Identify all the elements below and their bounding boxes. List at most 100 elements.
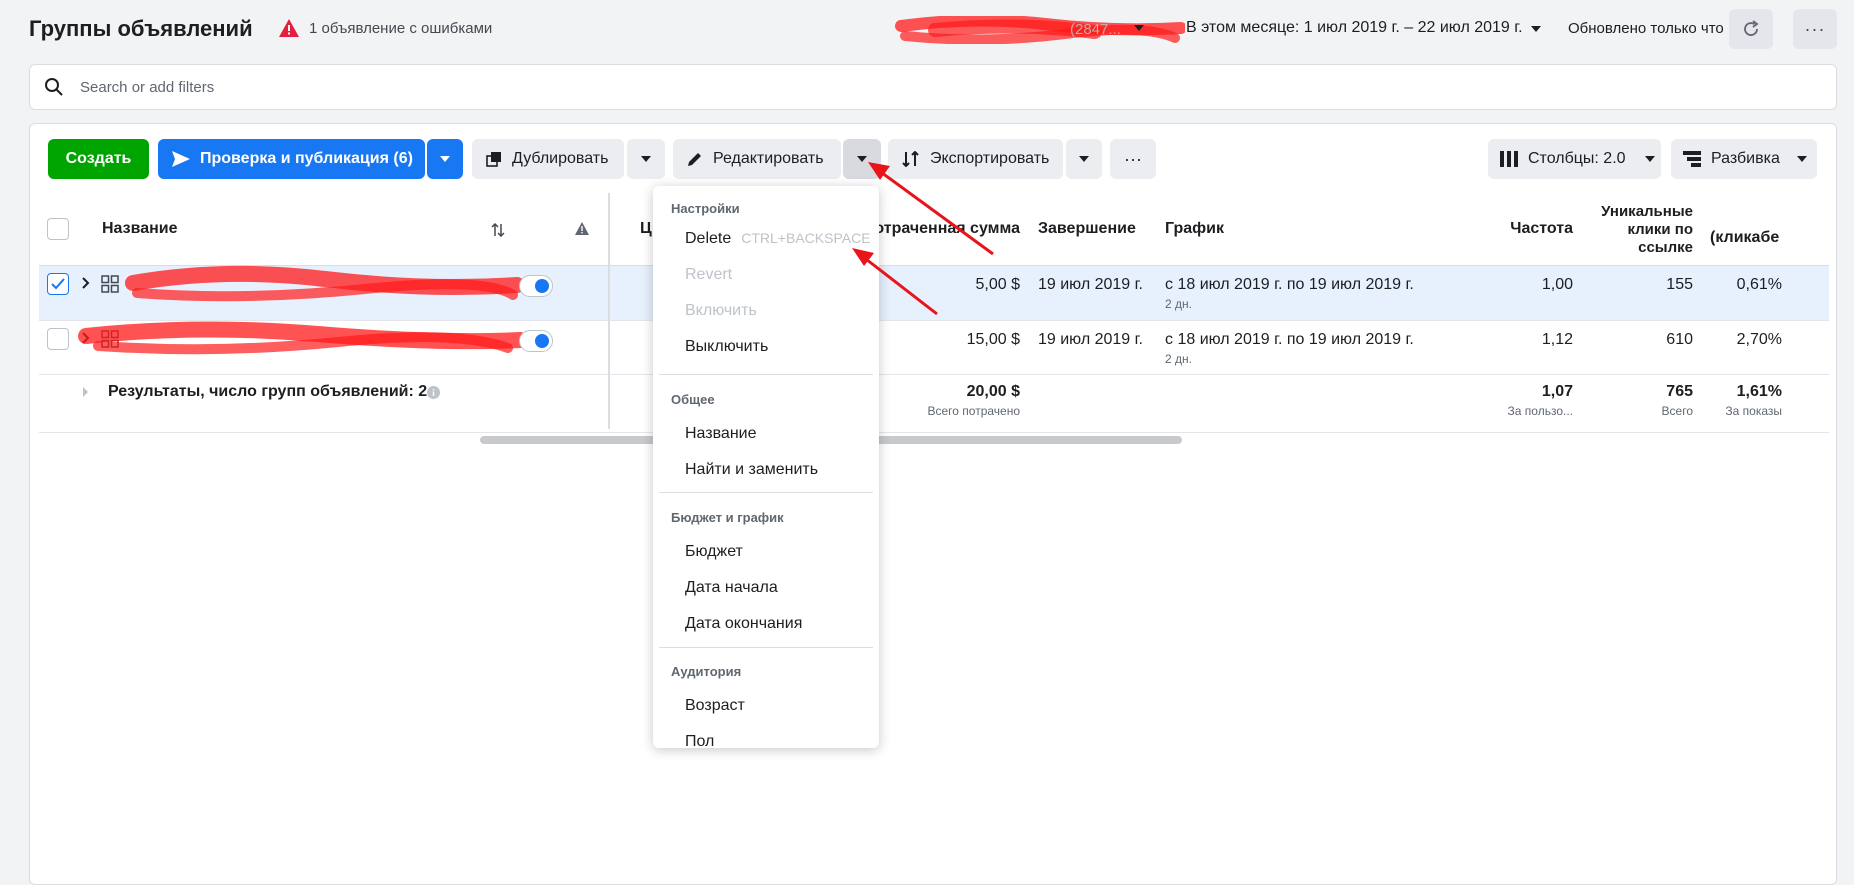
column-header-line: клики по (1627, 221, 1693, 238)
duplicate-label: Дублировать (512, 150, 609, 167)
menu-section-budget: Бюджет и график (671, 510, 784, 525)
cell-schedule-duration: 2 дн. (1165, 352, 1192, 366)
last-updated: Обновлено только что (1568, 20, 1724, 37)
toggle-knob (535, 279, 549, 293)
select-all-checkbox[interactable] (47, 218, 69, 240)
cell-ctr: 0,61% (1736, 276, 1782, 293)
summary-unique-clicks-sub: Всего (1661, 404, 1693, 418)
create-button[interactable]: Создать (48, 139, 149, 179)
edit-dropdown-menu: Настройки Delete CTRL+BACKSPACE Revert Вк… (653, 186, 879, 748)
column-header-partial[interactable]: Ц (640, 220, 652, 238)
summary-frequency: 1,07 (1541, 383, 1573, 400)
menu-item-delete[interactable]: Delete CTRL+BACKSPACE (685, 230, 871, 248)
caret-down-icon[interactable] (1530, 25, 1542, 33)
account-selector[interactable]: (2847... (895, 16, 1185, 44)
menu-item-name[interactable]: Название (685, 425, 757, 443)
warning-column-icon (575, 222, 589, 235)
page-title: Группы объявлений (29, 16, 253, 41)
duplicate-dropdown[interactable] (627, 139, 665, 179)
menu-item-revert: Revert (685, 266, 733, 283)
export-label: Экспортировать (930, 150, 1050, 167)
status-toggle[interactable] (519, 275, 553, 297)
account-id-suffix: (2847... (1070, 21, 1121, 38)
pencil-icon (688, 153, 701, 166)
cell-ctr: 2,70% (1736, 331, 1782, 348)
more-actions-button[interactable]: ··· (1110, 139, 1156, 179)
caret-down-icon (1644, 156, 1655, 162)
column-header-ctr[interactable]: (кликабе (1710, 229, 1782, 247)
menu-item-enable: Включить (685, 302, 757, 319)
chevron-right-icon[interactable] (82, 277, 90, 289)
review-publish-dropdown[interactable] (427, 139, 463, 179)
menu-section-settings: Настройки (671, 201, 740, 216)
breakdown-button[interactable]: Разбивка (1671, 139, 1817, 179)
menu-item-end-date[interactable]: Дата окончания (685, 615, 802, 633)
menu-separator (659, 492, 873, 493)
columns-icon (1500, 151, 1518, 167)
menu-item-find-replace[interactable]: Найти и заменить (685, 461, 818, 479)
column-header-schedule[interactable]: График (1165, 220, 1224, 238)
search-input[interactable] (80, 72, 1780, 102)
cell-end: 19 июл 2019 г. (1038, 276, 1143, 293)
caret-right-icon[interactable] (82, 387, 89, 397)
menu-separator (659, 647, 873, 648)
info-icon[interactable] (427, 386, 440, 399)
row-checkbox[interactable] (47, 328, 69, 350)
cell-unique-clicks: 610 (1666, 331, 1693, 348)
menu-separator (659, 374, 873, 375)
menu-item-budget[interactable]: Бюджет (685, 543, 743, 561)
cell-spent: 5,00 $ (975, 276, 1020, 293)
frozen-column-divider (608, 193, 610, 429)
review-publish-button[interactable]: Проверка и публикация (6) (158, 139, 425, 179)
menu-item-disable[interactable]: Выключить (685, 338, 768, 356)
cell-schedule: с 18 июл 2019 г. по 19 июл 2019 г. (1165, 331, 1414, 348)
column-header-frequency[interactable]: Частота (1440, 220, 1573, 238)
columns-label: Столбцы: 2.0 (1528, 150, 1626, 167)
column-header-end[interactable]: Завершение (1038, 220, 1136, 238)
send-icon (172, 151, 190, 167)
column-header-name[interactable]: Название (102, 220, 178, 238)
edit-button[interactable]: Редактировать (673, 139, 841, 179)
menu-section-audience: Аудитория (671, 664, 742, 679)
export-dropdown[interactable] (1066, 139, 1102, 179)
check-icon (51, 278, 65, 290)
breakdown-label: Разбивка (1711, 150, 1780, 167)
export-button[interactable]: Экспортировать (888, 139, 1063, 179)
caret-down-icon (1796, 156, 1807, 162)
summary-spent: 20,00 $ (966, 383, 1020, 400)
duplicate-button[interactable]: Дублировать (472, 139, 624, 179)
more-icon: ··· (1124, 148, 1142, 169)
caret-down-icon (1079, 156, 1089, 162)
cell-spent: 15,00 $ (966, 331, 1020, 348)
refresh-icon (1744, 20, 1759, 36)
columns-button[interactable]: Столбцы: 2.0 (1488, 139, 1661, 179)
row-divider (39, 432, 1829, 433)
redaction-scribble (125, 265, 525, 302)
column-header-unique-clicks[interactable]: Уникальные клики по ссылке (1583, 203, 1693, 257)
more-icon: ··· (1804, 18, 1826, 39)
summary-frequency-sub: За пользо... (1507, 404, 1573, 418)
sort-icon[interactable] (491, 223, 505, 237)
error-notice[interactable]: 1 объявление с ошибками (279, 19, 492, 37)
menu-item-label: Delete (685, 230, 732, 247)
caret-down-icon (857, 156, 867, 162)
menu-item-start-date[interactable]: Дата начала (685, 579, 778, 597)
status-toggle[interactable] (519, 330, 553, 352)
edit-dropdown[interactable] (843, 139, 881, 179)
more-options-button[interactable]: ··· (1793, 9, 1837, 49)
summary-unique-clicks: 765 (1666, 383, 1693, 400)
refresh-button[interactable] (1729, 9, 1773, 49)
row-checkbox[interactable] (47, 273, 69, 295)
date-range-picker[interactable]: В этом месяце: 1 июл 2019 г. – 22 июл 20… (1186, 19, 1523, 37)
menu-item-gender[interactable]: Пол (685, 733, 714, 748)
summary-label: Результаты, число групп объявлений: 2 (108, 383, 428, 400)
ad-set-grid-icon (101, 275, 119, 293)
cell-unique-clicks: 155 (1666, 276, 1693, 293)
column-header-line: ссылке (1638, 239, 1693, 256)
menu-item-age[interactable]: Возраст (685, 697, 745, 715)
search-icon (45, 78, 63, 96)
cell-frequency: 1,12 (1541, 331, 1573, 348)
duplicate-icon (486, 152, 501, 167)
filter-search-bar[interactable] (29, 64, 1837, 110)
caret-down-icon (440, 156, 450, 162)
